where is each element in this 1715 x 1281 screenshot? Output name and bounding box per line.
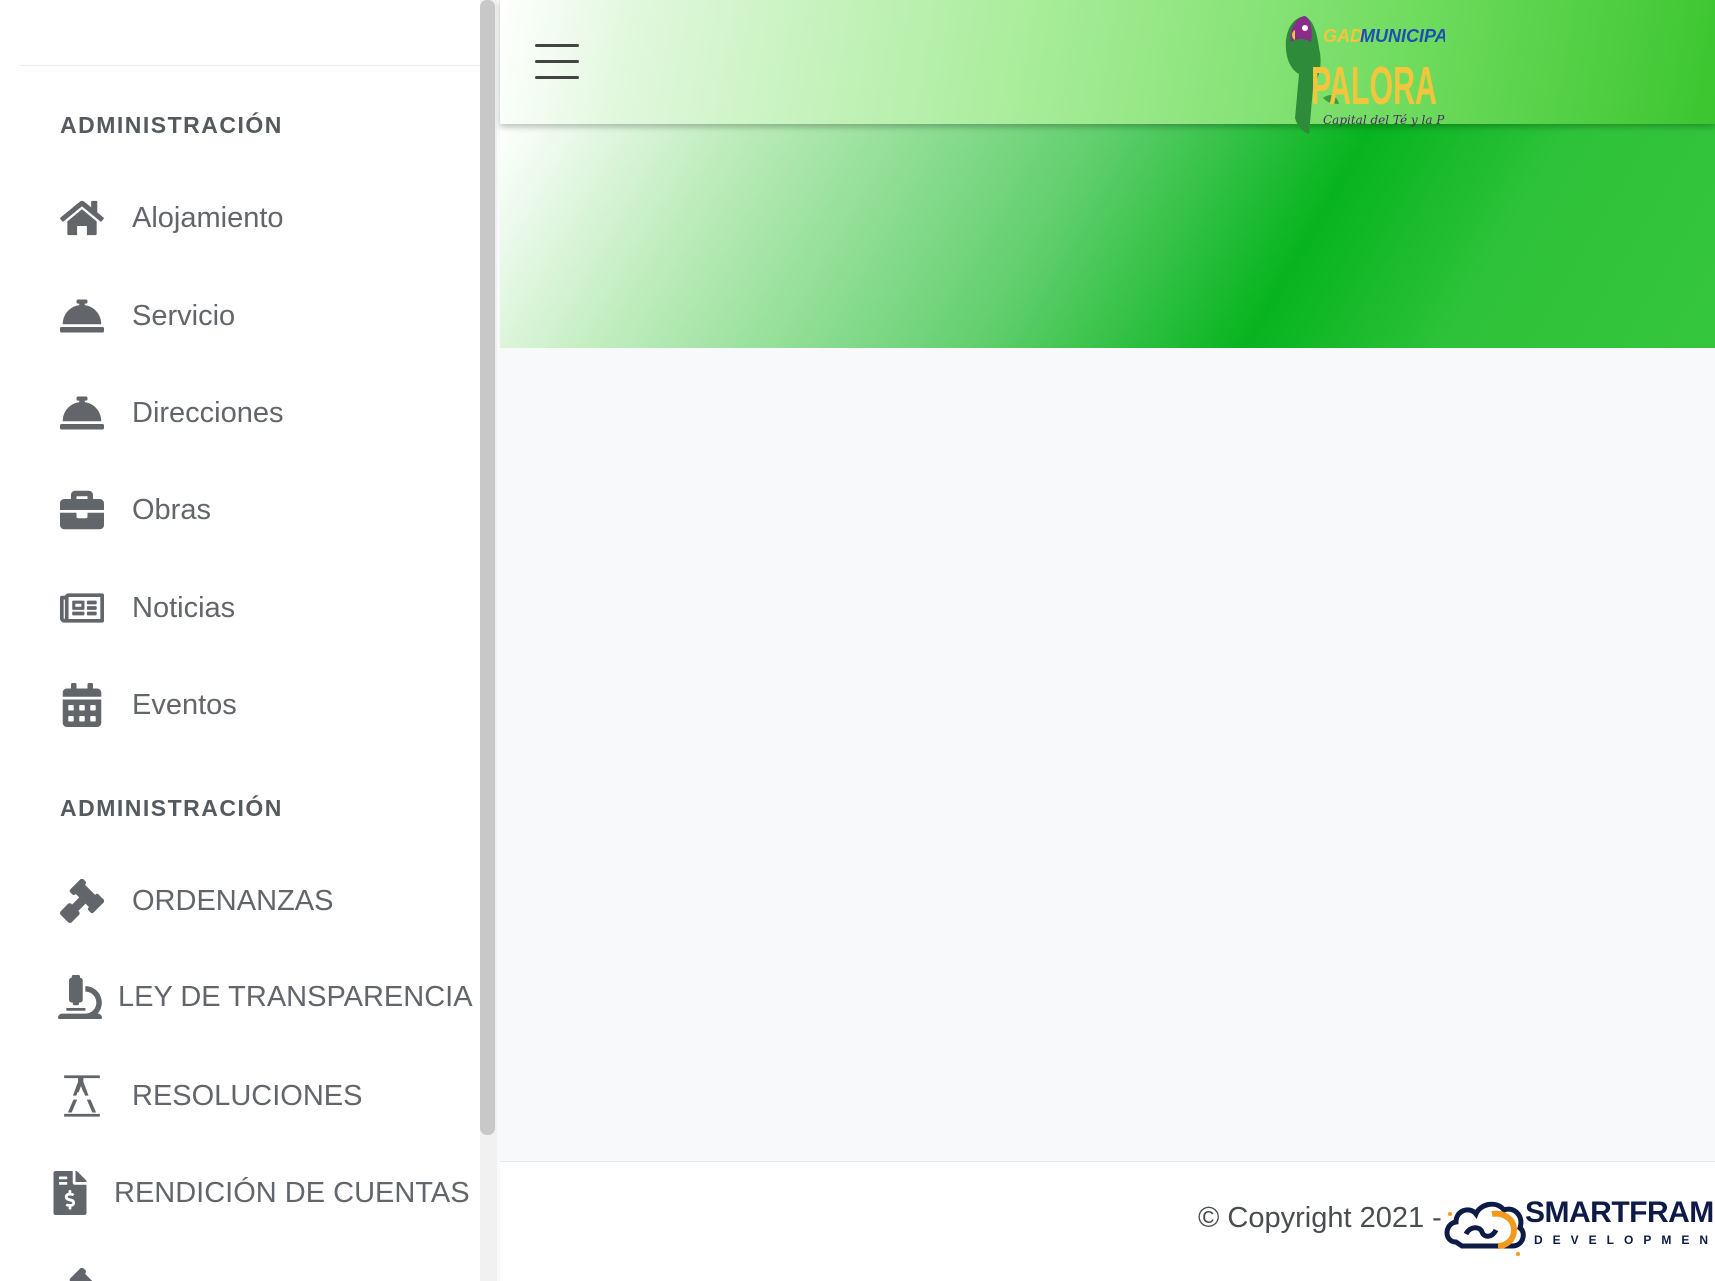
invoice-dollar-icon <box>46 1169 94 1217</box>
hero-banner <box>500 124 1715 348</box>
nav-item-partial[interactable] <box>58 1260 106 1281</box>
menu-icon-bar <box>535 76 579 79</box>
nav-label: Alojamiento <box>132 201 284 234</box>
nav-item-ordenanzas[interactable]: ORDENANZAS <box>58 871 333 931</box>
nav-item-resoluciones[interactable]: RESOLUCIONES <box>58 1066 362 1126</box>
sidebar-header <box>20 0 480 66</box>
copyright-text: © Copyright 2021 - <box>1198 1202 1442 1234</box>
nav-label: LEY DE TRANSPARENCIA <box>118 980 473 1013</box>
gad-municipal-palora-logo[interactable]: GAD MUNICIPAL PALORA Capital del Té y la… <box>1265 8 1489 134</box>
concierge-bell-icon <box>58 389 106 437</box>
calendar-icon <box>58 681 106 729</box>
sidebar: ADMINISTRACIÓN Alojamiento Servicio Dire… <box>0 0 497 1281</box>
newspaper-icon <box>58 584 106 632</box>
sidebar-scrollbar-thumb[interactable] <box>480 0 495 1135</box>
nav-label: Noticias <box>132 591 236 624</box>
svg-text:PALORA: PALORA <box>1311 56 1437 116</box>
menu-toggle-button[interactable] <box>535 44 579 80</box>
nav-item-noticias[interactable]: Noticias <box>58 578 235 638</box>
nav-item-eventos[interactable]: Eventos <box>58 675 237 735</box>
main-content: GAD MUNICIPAL PALORA Capital del Té y la… <box>497 0 1715 1281</box>
nav-item-obras[interactable]: Obras <box>58 480 211 540</box>
smartframe-brand-logo[interactable]: SMARTFRAM DEVELOPMEN <box>1442 1184 1715 1264</box>
nav-item-rendicion-de-cuentas[interactable]: RENDICIÓN DE CUENTAS <box>46 1163 470 1223</box>
nav-item-ley-de-transparencia[interactable]: LEY DE TRANSPARENCIA <box>56 967 473 1027</box>
briefcase-icon <box>58 486 106 534</box>
cloud-icon <box>1444 1201 1526 1256</box>
concierge-bell-icon <box>58 292 106 340</box>
menu-icon-bar <box>535 44 579 47</box>
svg-text:Capital del Té y la Pitahaya: Capital del Té y la Pitahaya <box>1323 113 1445 127</box>
brand-subtitle: DEVELOPMEN <box>1534 1233 1715 1247</box>
nav-label: Direcciones <box>132 396 284 429</box>
nav-item-alojamiento[interactable]: Alojamiento <box>58 188 284 248</box>
menu-icon-bar <box>535 60 579 63</box>
home-icon <box>58 194 106 242</box>
top-navbar: GAD MUNICIPAL PALORA Capital del Té y la… <box>500 0 1715 134</box>
section-heading-administracion: ADMINISTRACIÓN <box>60 795 283 821</box>
gavel-icon <box>58 877 106 925</box>
gavel-icon <box>58 1266 106 1281</box>
svg-text:MUNICIPAL: MUNICIPAL <box>1360 26 1445 46</box>
nav-label: RESOLUCIONES <box>132 1079 363 1112</box>
microscope-icon <box>56 973 104 1021</box>
nav-label: Obras <box>132 493 211 526</box>
nav-item-servicio[interactable]: Servicio <box>58 286 235 346</box>
section-heading-administracion: ADMINISTRACIÓN <box>60 112 283 138</box>
nav-label: RENDICIÓN DE CUENTAS <box>114 1176 470 1209</box>
drafting-compass-icon <box>58 1072 106 1120</box>
svg-text:GAD: GAD <box>1323 26 1363 46</box>
footer: © Copyright 2021 - SMARTFRAM DEVELOPMEN <box>500 1161 1715 1281</box>
nav-label: ORDENANZAS <box>132 884 334 917</box>
nav-label: Eventos <box>132 688 237 721</box>
app: ADMINISTRACIÓN Alojamiento Servicio Dire… <box>0 0 1715 1281</box>
nav-item-direcciones[interactable]: Direcciones <box>58 383 284 443</box>
nav-label: Servicio <box>132 299 236 332</box>
brand-name: SMARTFRAM <box>1525 1196 1714 1229</box>
